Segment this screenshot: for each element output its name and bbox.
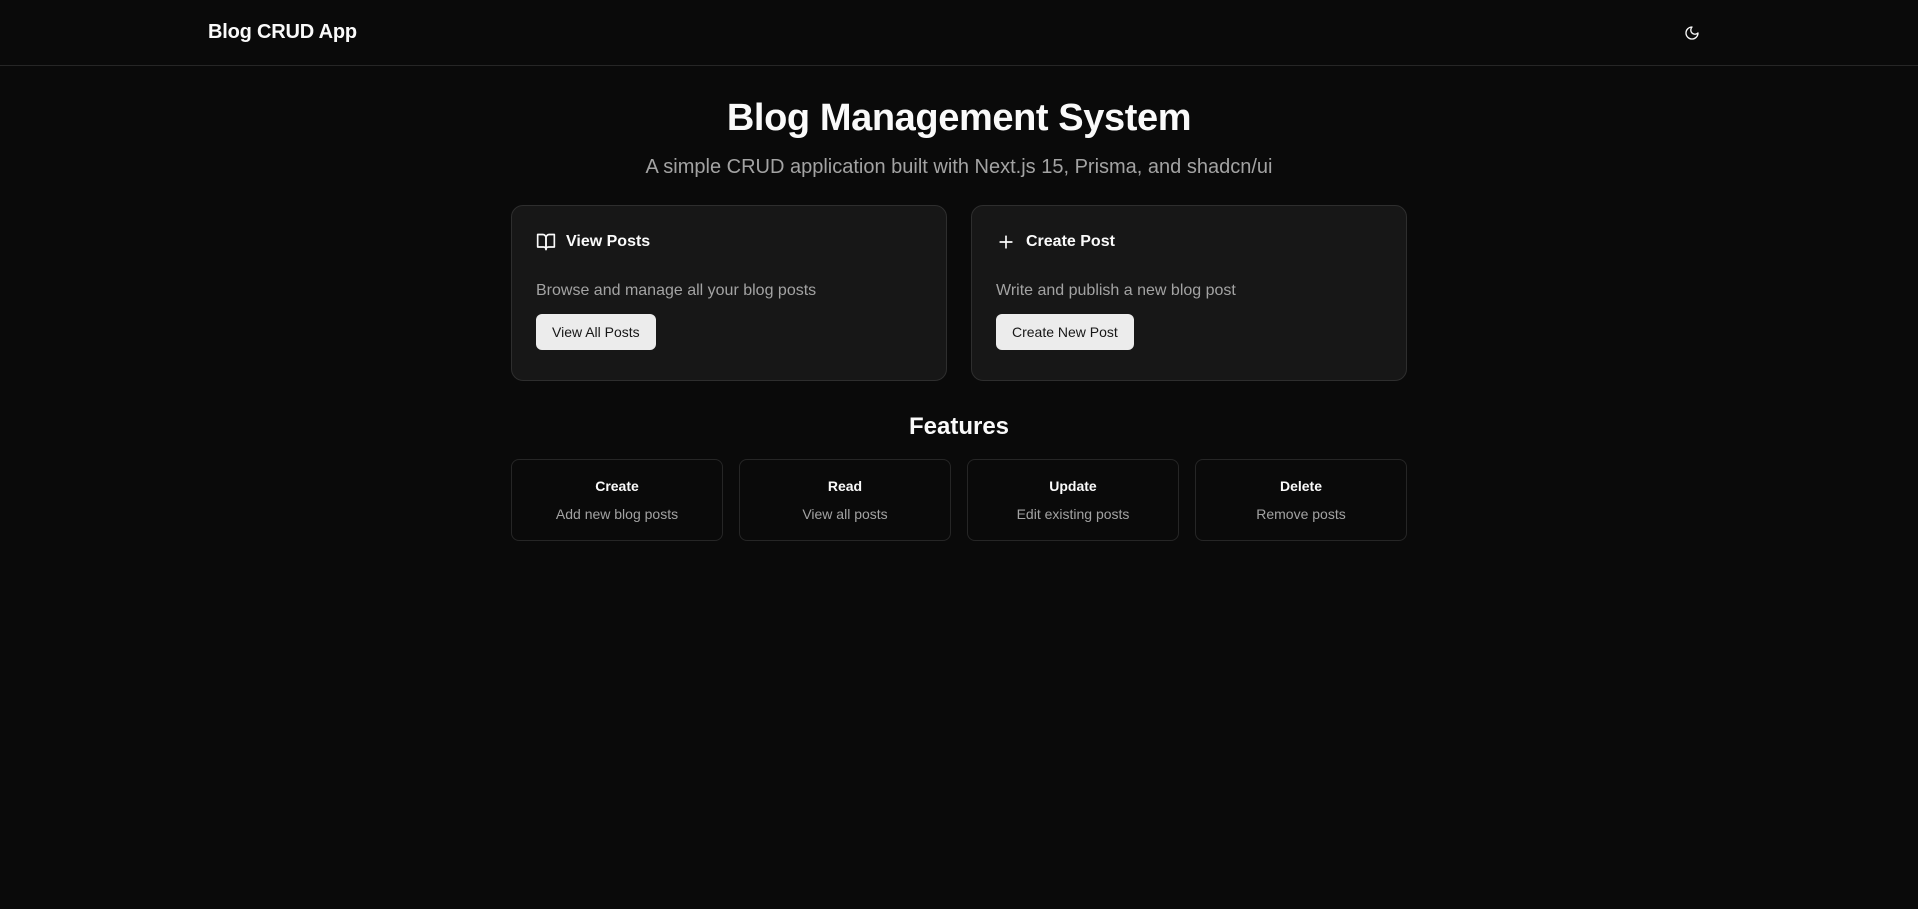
feature-card-read: Read View all posts [739, 458, 951, 541]
feature-title: Update [1049, 477, 1097, 494]
view-posts-card: View Posts Browse and manage all your bl… [511, 204, 947, 381]
card-description: Browse and manage all your blog posts [536, 281, 817, 299]
feature-title: Create [595, 477, 639, 494]
create-new-post-button[interactable]: Create New Post [996, 313, 1134, 350]
create-post-card: Create Post Write and publish a new blog… [971, 204, 1407, 381]
card-header: View Posts [536, 230, 922, 254]
top-nav: Blog CRUD App [0, 0, 1918, 66]
feature-description: Add new blog posts [555, 505, 679, 522]
feature-card-delete: Delete Remove posts [1195, 458, 1407, 541]
feature-title: Read [827, 477, 863, 494]
book-open-icon [536, 232, 556, 252]
features-heading: Features [908, 412, 1010, 440]
card-title: Create Post [1026, 232, 1115, 250]
plus-icon [996, 232, 1016, 252]
card-header: Create Post [996, 230, 1382, 254]
view-all-posts-button[interactable]: View All Posts [536, 313, 656, 350]
page-subtitle: A simple CRUD application built with Nex… [645, 155, 1273, 178]
page-title: Blog Management System [726, 97, 1192, 139]
feature-description: View all posts [802, 505, 888, 522]
feature-card-update: Update Edit existing posts [967, 458, 1179, 541]
feature-title: Delete [1279, 477, 1323, 494]
feature-grid: Create Add new blog posts Read View all … [511, 458, 1407, 541]
feature-description: Remove posts [1256, 505, 1346, 522]
theme-toggle-button[interactable] [1674, 15, 1710, 51]
card-title: View Posts [566, 232, 651, 250]
card-description: Write and publish a new blog post [996, 281, 1236, 299]
main-content: Blog Management System A simple CRUD app… [511, 66, 1407, 541]
feature-description: Edit existing posts [1016, 505, 1130, 522]
feature-card-create: Create Add new blog posts [511, 458, 723, 541]
action-cards: View Posts Browse and manage all your bl… [511, 204, 1407, 381]
app-brand[interactable]: Blog CRUD App [208, 21, 357, 44]
moon-icon [1684, 25, 1700, 41]
